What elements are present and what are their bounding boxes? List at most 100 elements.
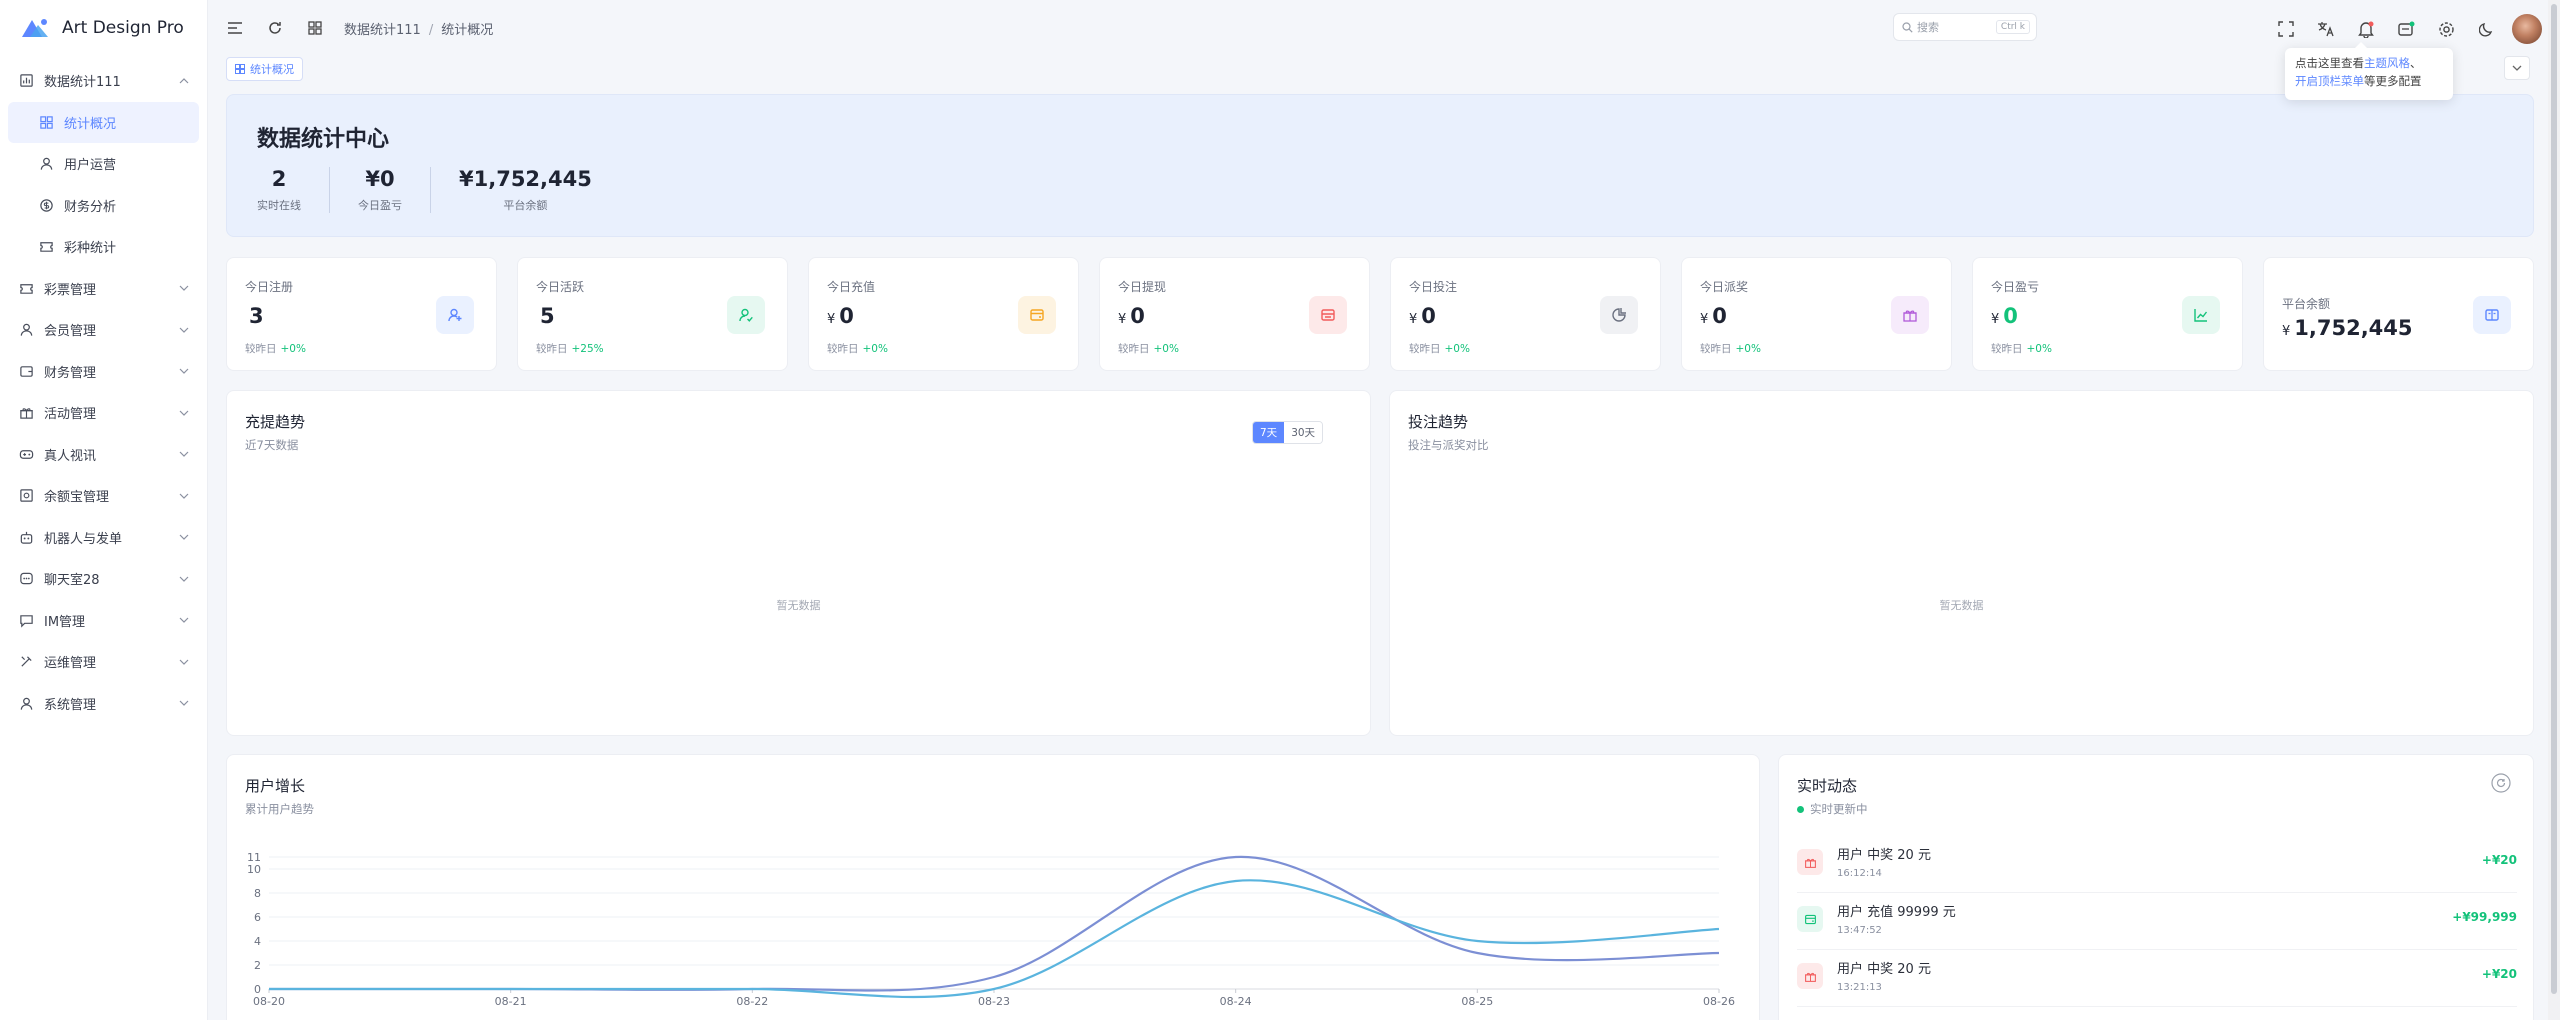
ticket-icon — [18, 280, 34, 296]
tab-bar: 统计概况 — [226, 56, 303, 82]
stat-card-compare: 较昨日 +0% — [245, 341, 306, 356]
feed-text: 用户 充值 99999 元 — [1837, 905, 1956, 920]
chevron-down-icon — [179, 576, 189, 582]
empty-state: 暂无数据 — [1939, 599, 1984, 612]
top-menu-link[interactable]: 开启顶栏菜单 — [2295, 74, 2364, 88]
sidebar-item[interactable]: 会员管理 — [0, 309, 207, 351]
empty-state: 暂无数据 — [776, 599, 821, 612]
feed-item[interactable]: 用户 充值 99999 元 13:47:52 +¥99,999 — [1797, 894, 2517, 950]
feed-amount: +¥20 — [2481, 853, 2517, 867]
currency-symbol: ¥ — [827, 312, 836, 327]
x-tick-label: 08-25 — [1461, 995, 1493, 1008]
sidebar-item-label: 用户运营 — [64, 158, 117, 174]
sidebar-item[interactable]: 聊天室28 — [0, 558, 207, 600]
panel-subtitle: 投注与派奖对比 — [1408, 438, 1489, 452]
sidebar-item[interactable]: 活动管理 — [0, 392, 207, 434]
sidebar-item[interactable]: 数据统计111 — [0, 60, 207, 102]
sidebar-item[interactable]: 用户运营 — [0, 143, 207, 185]
pie-icon — [1600, 296, 1638, 334]
grid-icon — [38, 114, 54, 130]
dark-mode-moon-icon[interactable] — [2474, 17, 2498, 41]
stat-card-title: 今日充值 — [827, 280, 876, 294]
currency-symbol: ¥ — [1991, 312, 2000, 327]
refresh-icon[interactable] — [264, 17, 286, 39]
settings-gear-icon[interactable] — [2434, 17, 2458, 41]
feed-amount: +¥20 — [2481, 967, 2517, 981]
change-badge: +0% — [1735, 343, 1761, 355]
chevron-down-icon — [179, 285, 189, 292]
range-30d-button[interactable]: 30天 — [1284, 422, 1323, 443]
sidebar-item-label: 活动管理 — [44, 407, 97, 423]
gift-icon — [1797, 963, 1823, 989]
book-icon — [2473, 296, 2511, 334]
sidebar-item[interactable]: 余额宝管理 — [0, 475, 207, 517]
sidebar-item[interactable]: 彩票管理 — [0, 268, 207, 310]
sidebar-item[interactable]: IM管理 — [0, 600, 207, 642]
gift-icon — [1891, 296, 1929, 334]
hero-stat-label: 实时在线 — [257, 199, 301, 212]
page-scrollbar[interactable] — [2548, 0, 2560, 1020]
logo[interactable]: Art Design Pro — [0, 0, 207, 56]
stat-card-value: ¥0 — [1991, 304, 2018, 328]
hero-stat-value: ¥1,752,445 — [459, 167, 592, 191]
sidebar-item-label: IM管理 — [44, 614, 86, 630]
withdraw-icon — [1309, 296, 1347, 334]
feed-item[interactable]: 用户 中奖 20 元 16:12:14 +¥20 — [1797, 837, 2517, 893]
breadcrumb-item[interactable]: 数据统计111 — [344, 23, 421, 38]
tooltip-text: 点击这里查看 — [2295, 56, 2364, 70]
stat-card-title: 今日盈亏 — [1991, 280, 2040, 294]
sidebar-item[interactable]: 财务管理 — [0, 351, 207, 393]
apps-grid-icon[interactable] — [304, 17, 326, 39]
stat-card-value: ¥0 — [827, 304, 854, 328]
user-add-icon — [436, 296, 474, 334]
stat-card-value: ¥0 — [1409, 304, 1436, 328]
sidebar-item[interactable]: 统计概况 — [8, 101, 199, 143]
tools-icon — [18, 654, 34, 670]
tooltip-text: 等更多配置 — [2364, 74, 2422, 88]
stat-card: 今日盈亏 ¥0 较昨日 +0% — [1972, 257, 2243, 371]
stat-card-value: 5 — [536, 304, 555, 328]
change-badge: +0% — [1444, 343, 1470, 355]
currency-symbol: ¥ — [1118, 312, 1127, 327]
change-badge: +0% — [2026, 343, 2052, 355]
translate-icon[interactable] — [2314, 17, 2338, 41]
chevron-down-icon — [179, 700, 189, 707]
sidebar-item[interactable]: 机器人与发单 — [0, 517, 207, 559]
chevron-down-icon — [179, 493, 189, 499]
sidebar-item-label: 数据统计111 — [44, 75, 121, 91]
sidebar-item[interactable]: 彩种统计 — [0, 226, 207, 268]
sidebar-item[interactable]: 财务分析 — [0, 185, 207, 227]
stat-card-title: 今日派奖 — [1700, 280, 1749, 294]
feed-item[interactable]: 用户 中奖 20 元 13:21:13 +¥20 — [1797, 951, 2517, 1007]
menu-toggle-icon[interactable] — [224, 17, 246, 39]
recharge-icon — [1018, 296, 1056, 334]
series-line-1 — [269, 855, 1720, 992]
tab-stat-overview[interactable]: 统计概况 — [226, 57, 303, 81]
notification-bell-icon[interactable] — [2354, 17, 2378, 41]
x-tick-label: 08-26 — [1703, 995, 1735, 1008]
stat-value: 0 — [1421, 304, 1436, 328]
user-avatar[interactable] — [2512, 14, 2542, 44]
feed-status: 实时更新中 — [1797, 801, 1868, 817]
sidebar-item-label: 彩种统计 — [64, 241, 117, 257]
theme-style-link[interactable]: 主题风格 — [2364, 56, 2410, 70]
sidebar-item[interactable]: 系统管理 — [0, 683, 207, 725]
stat-card-compare: 较昨日 +0% — [827, 341, 888, 356]
sidebar-item[interactable]: 真人视讯 — [0, 434, 207, 476]
tab-menu-chevron-down-icon[interactable] — [2504, 56, 2530, 80]
stat-card: 今日活跃 5 较昨日 +25% — [517, 257, 788, 371]
compare-label: 较昨日 — [1118, 343, 1150, 355]
sidebar-item[interactable]: 运维管理 — [0, 641, 207, 683]
fullscreen-icon[interactable] — [2274, 17, 2298, 41]
compare-label: 较昨日 — [536, 343, 568, 355]
search-input[interactable]: 搜索 Ctrl k — [1893, 13, 2037, 41]
dashboard-icon — [18, 73, 34, 89]
feed-refresh-icon[interactable] — [2491, 773, 2511, 793]
scrollbar-thumb[interactable] — [2551, 4, 2557, 994]
hero-stats: 2 实时在线 ¥0 今日盈亏 ¥1,752,445 平台余额 — [257, 167, 620, 213]
range-7d-button[interactable]: 7天 — [1253, 422, 1285, 443]
grid-icon — [235, 64, 245, 74]
hero-stat: ¥1,752,445 平台余额 — [430, 167, 620, 213]
chat-notice-icon[interactable] — [2394, 17, 2418, 41]
topbar: 数据统计111/统计概况 — [208, 0, 2560, 56]
